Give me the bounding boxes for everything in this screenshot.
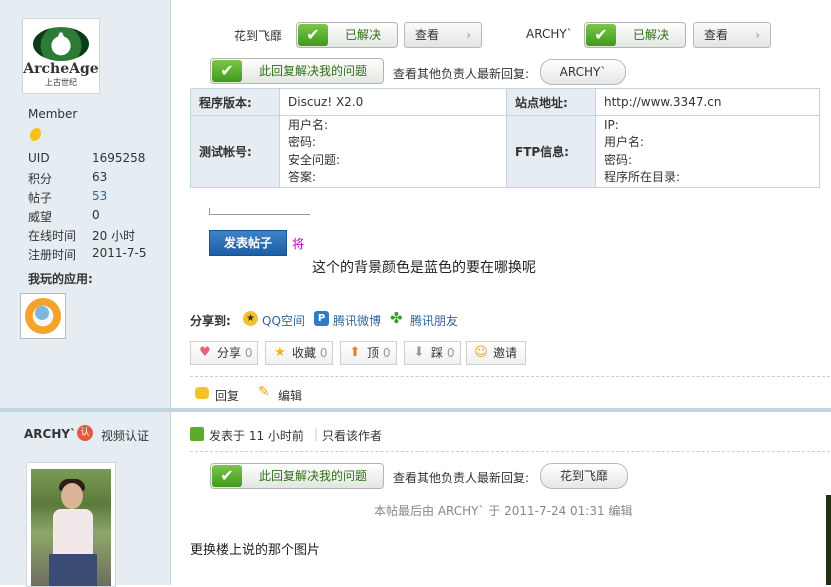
mark-solved-button[interactable]: ✔ 此回复解决我的问题: [210, 58, 384, 84]
stat-label: 帖子: [28, 191, 53, 205]
solved-status-button[interactable]: ✔ 已解决: [584, 22, 686, 48]
online-icon: [190, 427, 204, 441]
stat-value: 2011-7-5: [92, 246, 147, 260]
ftp-field: 用户名:: [604, 135, 645, 149]
post-time: 发表于 11 小时前: [209, 429, 304, 443]
down-arrow-icon: ⬇: [413, 345, 425, 360]
pipe-divider: |: [314, 427, 319, 441]
solved-status-button[interactable]: ✔ 已解决: [296, 22, 398, 48]
avatar-text: ArcheAge: [23, 61, 99, 77]
reply-link[interactable]: 回复: [215, 387, 239, 404]
avatar[interactable]: A ArcheAge 上古世纪: [22, 18, 100, 94]
stat-value: 63: [92, 170, 108, 184]
username[interactable]: ARCHY`: [24, 427, 76, 441]
mark-solved-button[interactable]: ✔ 此回复解决我的问题: [210, 463, 384, 489]
chevron-right-icon: ›: [466, 28, 471, 42]
ftp-field: IP:: [604, 117, 619, 132]
other-replies-label: 查看其他负责人最新回复:: [393, 67, 530, 81]
version-label: 程序版本:: [190, 88, 280, 116]
check-icon: ✔: [298, 24, 328, 46]
star-icon: ★: [274, 345, 286, 360]
share-label: 分享到:: [190, 314, 231, 328]
stat-label: 在线时间: [28, 229, 77, 243]
version-value: Discuz! X2.0: [279, 88, 507, 116]
weibo-icon: P: [314, 311, 329, 326]
site-value: http://www.3347.cn: [595, 88, 820, 116]
downvote-button[interactable]: ⬇ 踩 0: [404, 341, 461, 365]
share-pengyou-link[interactable]: 腾讯朋友: [410, 312, 458, 329]
stat-label: 威望: [28, 210, 53, 224]
only-author-link[interactable]: 只看该作者: [322, 427, 382, 444]
view-button[interactable]: 查看 ›: [693, 22, 771, 48]
post-separator: [0, 408, 831, 412]
ftp-field: 密码:: [604, 152, 633, 167]
stat-value: 0: [92, 208, 100, 222]
other-reply-button[interactable]: 花到飞靡: [540, 463, 628, 489]
stat-value: 1695258: [92, 151, 146, 165]
divider: [190, 451, 830, 452]
app-icon[interactable]: [20, 293, 66, 339]
check-icon: ✔: [212, 60, 242, 82]
view-button[interactable]: 查看 ›: [404, 22, 482, 48]
favorite-button[interactable]: ★ 收藏 0: [265, 341, 333, 365]
heart-icon: ♥: [199, 345, 211, 360]
moon-icon: [30, 128, 45, 143]
other-replies-label: 查看其他负责人最新回复:: [393, 471, 530, 485]
stat-value: 20 小时: [92, 229, 136, 243]
stat-label: UID: [28, 151, 50, 165]
other-reply-button[interactable]: ARCHY`: [540, 59, 626, 85]
stat-value-link[interactable]: 53: [92, 189, 107, 203]
reply-icon: [195, 387, 209, 399]
qzone-icon: ★: [243, 311, 258, 326]
clipped-text: 将: [292, 237, 305, 251]
stat-label: 积分: [28, 172, 53, 186]
post-button[interactable]: 发表帖子: [209, 230, 287, 256]
site-label: 站点地址:: [506, 88, 596, 116]
apps-title: 我玩的应用:: [28, 272, 93, 286]
avatar-subtext: 上古世纪: [45, 78, 77, 87]
clover-icon: ✤: [390, 309, 403, 327]
chevron-right-icon: ›: [755, 28, 760, 42]
stat-label: 注册时间: [28, 248, 77, 262]
check-icon: ✔: [586, 24, 616, 46]
image-edge: [826, 495, 831, 585]
divider: [190, 376, 830, 377]
share-qzone-link[interactable]: QQ空间: [262, 312, 305, 329]
embedded-image-edge: [209, 208, 310, 215]
edit-note: 本帖最后由 ARCHY` 于 2011-7-24 01:31 编辑: [374, 504, 633, 518]
solver-name: ARCHY`: [526, 27, 573, 41]
test-field: 安全问题:: [288, 152, 341, 167]
share-weibo-link[interactable]: 腾讯微博: [333, 312, 381, 329]
video-verify-icon: 认: [77, 425, 93, 441]
test-account-label: 测试帐号:: [190, 115, 280, 188]
test-field: 用户名:: [288, 117, 329, 132]
post-content: 这个的背景颜色是蓝色的要在哪换呢: [312, 260, 536, 276]
edit-link[interactable]: 编辑: [278, 387, 302, 404]
user-rank: Member: [28, 107, 78, 121]
up-arrow-icon: ⬆: [349, 345, 361, 360]
upvote-button[interactable]: ⬆ 顶 0: [340, 341, 397, 365]
post-content: 更换楼上说的那个图片: [190, 543, 321, 558]
invite-icon: ☺: [474, 345, 488, 360]
share-button[interactable]: ♥ 分享 0: [190, 341, 258, 365]
check-icon: ✔: [212, 465, 242, 487]
solver-name: 花到飞靡: [234, 29, 283, 43]
pencil-icon: ✎: [258, 384, 270, 400]
test-field: 答案:: [288, 170, 317, 184]
invite-button[interactable]: ☺ 邀请: [466, 341, 526, 365]
ftp-label: FTP信息:: [506, 115, 596, 188]
verify-label: 视频认证: [101, 429, 150, 443]
test-field: 密码:: [288, 135, 317, 149]
ftp-field: 程序所在目录:: [604, 170, 681, 184]
info-table: 程序版本: Discuz! X2.0 站点地址: http://www.3347…: [190, 88, 820, 188]
avatar[interactable]: [26, 462, 116, 587]
